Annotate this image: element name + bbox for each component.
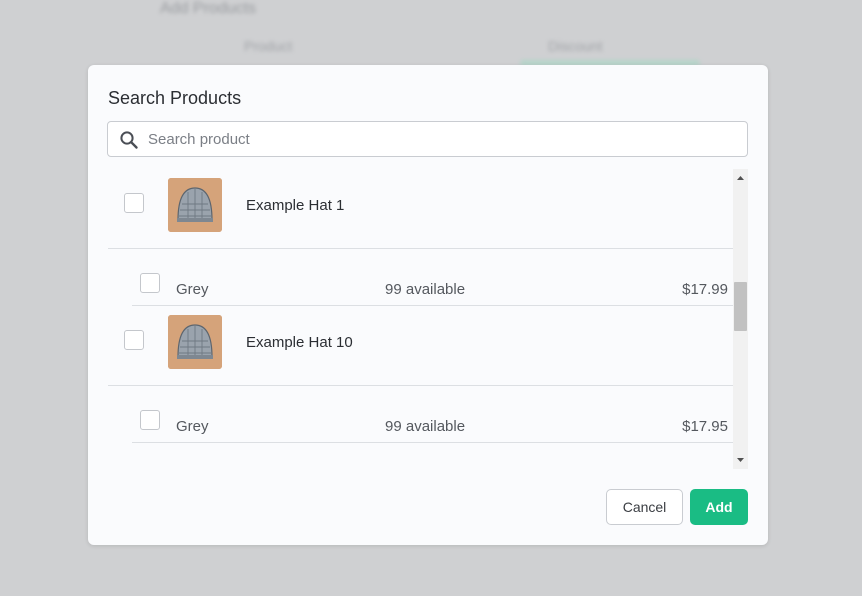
- scrollbar-thumb[interactable]: [734, 282, 747, 331]
- product-thumbnail: [168, 178, 222, 232]
- scroll-up-arrow-icon[interactable]: [733, 171, 748, 185]
- search-products-modal: Search Products Search product Example H…: [88, 65, 768, 545]
- search-input[interactable]: [148, 122, 739, 156]
- variant-row[interactable]: Grey 99 available $17.99: [132, 249, 736, 306]
- hat-image-icon: [168, 178, 222, 232]
- scroll-down-arrow-icon[interactable]: [733, 453, 748, 467]
- product-list[interactable]: Example Hat 1 Grey 99 available $17.99 E…: [108, 169, 748, 469]
- add-button[interactable]: Add: [690, 489, 748, 525]
- product-row[interactable]: Example Hat 1: [108, 169, 736, 249]
- variant-row[interactable]: Grey 99 available $17.95: [132, 386, 736, 443]
- variant-price: $17.95: [682, 418, 728, 435]
- search-icon: [120, 131, 138, 149]
- variant-name: Grey: [176, 418, 209, 435]
- cancel-button[interactable]: Cancel: [606, 489, 683, 525]
- variant-availability: 99 available: [385, 418, 466, 435]
- product-name: Example Hat 10: [246, 334, 353, 351]
- product-row[interactable]: Example Hat 10: [108, 306, 736, 386]
- product-name: Example Hat 1: [246, 197, 345, 214]
- variant-name: Grey: [176, 281, 209, 298]
- modal-backdrop[interactable]: Search Products Search product Example H…: [0, 0, 862, 596]
- variant-checkbox[interactable]: [140, 273, 160, 293]
- search-box[interactable]: [107, 121, 748, 157]
- variant-price: $17.99: [682, 281, 728, 298]
- list-scrollbar[interactable]: [733, 169, 748, 469]
- variant-checkbox[interactable]: [140, 410, 160, 430]
- product-thumbnail: [168, 315, 222, 369]
- product-checkbox[interactable]: [124, 330, 144, 350]
- modal-title: Search Products: [108, 88, 242, 108]
- hat-image-icon: [168, 315, 222, 369]
- product-checkbox[interactable]: [124, 193, 144, 213]
- variant-availability: 99 available: [385, 281, 466, 298]
